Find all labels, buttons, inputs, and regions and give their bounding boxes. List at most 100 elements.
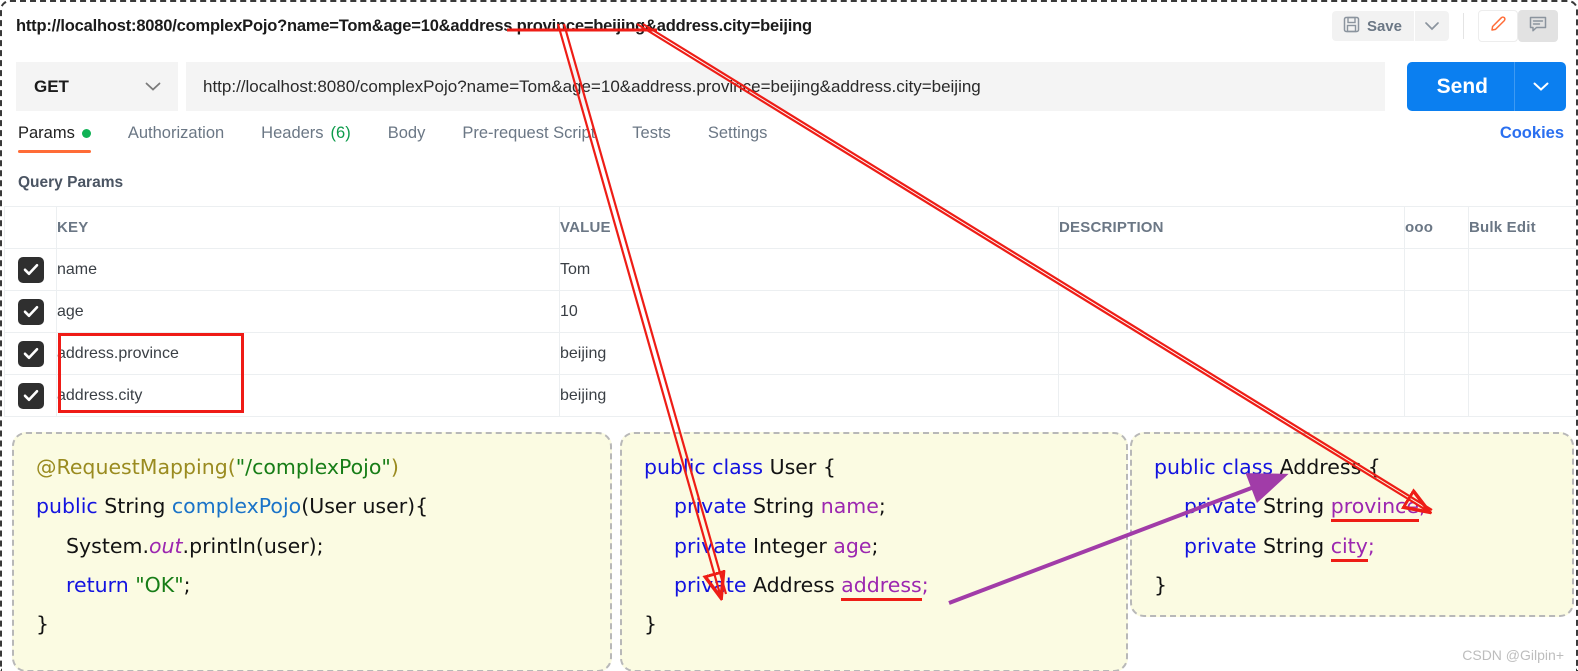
bulk-edit-link[interactable]: Bulk Edit [1469, 207, 1578, 249]
row-key[interactable]: age [57, 291, 560, 333]
row-description[interactable] [1059, 249, 1405, 291]
tab-authorization-label: Authorization [128, 124, 224, 143]
tab-settings-label: Settings [708, 124, 768, 143]
code-field-name-address-underlined: address [841, 573, 922, 601]
send-button[interactable]: Send [1407, 62, 1514, 111]
header-more-options-icon[interactable]: ooo [1405, 207, 1469, 249]
header-description: DESCRIPTION [1059, 207, 1405, 249]
send-group: Send [1407, 62, 1566, 111]
code-keyword: public class [644, 455, 770, 479]
code-type: String [1256, 494, 1330, 518]
row-description[interactable] [1059, 375, 1405, 417]
row-key[interactable]: name [57, 249, 560, 291]
code-text: ; [879, 494, 886, 518]
code-brace: } [1154, 573, 1167, 597]
code-type: Address [746, 573, 841, 597]
row-spacer-dots [1405, 375, 1469, 417]
code-args: (User user){ [301, 494, 428, 518]
code-line: private String city; [1154, 527, 1550, 566]
code-line: } [1154, 566, 1550, 605]
table-row[interactable]: address.city beijing [5, 375, 1578, 417]
row-checkbox-cell[interactable] [5, 291, 57, 333]
checkbox-checked-icon[interactable] [18, 341, 44, 367]
code-text: ; [871, 534, 878, 558]
tab-headers-label: Headers [261, 124, 323, 143]
code-line: return "OK"; [36, 566, 588, 605]
code-type: Integer [746, 534, 833, 558]
tab-body[interactable]: Body [388, 124, 426, 153]
watermark: CSDN @Gilpin+ [1462, 647, 1564, 663]
code-string: "/complexPojo" [236, 455, 391, 479]
code-panel-controller: @RequestMapping("/complexPojo") public S… [12, 432, 612, 671]
pencil-icon [1488, 14, 1508, 39]
code-text: ; [184, 573, 191, 597]
url-input[interactable]: http://localhost:8080/complexPojo?name=T… [186, 62, 1385, 111]
row-checkbox-cell[interactable] [5, 249, 57, 291]
send-options-caret[interactable] [1514, 62, 1566, 111]
code-brace: } [36, 612, 49, 636]
row-key[interactable]: address.city [57, 375, 560, 417]
code-text: ; [922, 573, 929, 597]
tab-tests-label: Tests [632, 124, 671, 143]
http-method-value: GET [34, 77, 69, 97]
tab-headers[interactable]: Headers (6) [261, 124, 351, 153]
row-checkbox-cell[interactable] [5, 333, 57, 375]
code-class-name: User { [770, 455, 836, 479]
http-method-select[interactable]: GET [16, 62, 178, 111]
code-paren: ) [391, 455, 399, 479]
floppy-disk-icon [1343, 16, 1360, 37]
checkbox-checked-icon[interactable] [18, 257, 44, 283]
comment-button[interactable] [1518, 10, 1558, 42]
row-checkbox-cell[interactable] [5, 375, 57, 417]
code-keyword: private [674, 573, 746, 597]
row-value[interactable]: beijing [560, 333, 1059, 375]
save-button-label: Save [1367, 18, 1402, 35]
code-line: private String name; [644, 487, 1104, 526]
row-description[interactable] [1059, 333, 1405, 375]
save-options-caret[interactable] [1415, 11, 1449, 41]
tab-tests[interactable]: Tests [632, 124, 671, 153]
code-type: String [746, 494, 820, 518]
table-row[interactable]: name Tom [5, 249, 1578, 291]
row-key[interactable]: address.province [57, 333, 560, 375]
window-titlebar: http://localhost:8080/complexPojo?name=T… [2, 4, 1576, 48]
tab-params[interactable]: Params [18, 124, 91, 153]
checkbox-checked-icon[interactable] [18, 383, 44, 409]
code-line: private String province; [1154, 487, 1550, 526]
code-line: private Integer age; [644, 527, 1104, 566]
code-line: @RequestMapping("/complexPojo") [36, 448, 588, 487]
table-row[interactable]: address.province beijing [5, 333, 1578, 375]
code-line: public String complexPojo(User user){ [36, 487, 588, 526]
row-value[interactable]: 10 [560, 291, 1059, 333]
header-checkbox-cell [5, 207, 57, 249]
code-keyword: private [1184, 534, 1256, 558]
code-text: ; [1419, 494, 1426, 518]
code-keyword: private [1184, 494, 1256, 518]
code-field-name: name [821, 494, 879, 518]
row-value[interactable]: beijing [560, 375, 1059, 417]
code-class-name: Address { [1280, 455, 1381, 479]
code-string: "OK" [135, 573, 183, 597]
row-spacer-bulk [1469, 249, 1578, 291]
tab-authorization[interactable]: Authorization [128, 124, 224, 153]
request-tab-title[interactable]: http://localhost:8080/complexPojo?name=T… [16, 17, 812, 36]
code-field-name-province-underlined: province [1331, 494, 1419, 522]
table-row[interactable]: age 10 [5, 291, 1578, 333]
tab-params-label: Params [18, 124, 75, 143]
save-button[interactable]: Save [1332, 11, 1414, 41]
edit-button[interactable] [1478, 10, 1518, 42]
tab-settings[interactable]: Settings [708, 124, 768, 153]
tab-body-label: Body [388, 124, 426, 143]
row-description[interactable] [1059, 291, 1405, 333]
cookies-link[interactable]: Cookies [1500, 124, 1564, 153]
request-tabs: Params Authorization Headers (6) Body Pr… [4, 124, 1578, 164]
code-method-name: complexPojo [172, 494, 301, 518]
params-modified-dot-icon [82, 129, 91, 138]
code-keyword: private [674, 534, 746, 558]
checkbox-checked-icon[interactable] [18, 299, 44, 325]
toolbar-divider [1463, 13, 1464, 39]
tab-pre-request-script[interactable]: Pre-request Script [462, 124, 595, 153]
row-spacer-bulk [1469, 375, 1578, 417]
code-brace: } [644, 612, 657, 636]
row-value[interactable]: Tom [560, 249, 1059, 291]
